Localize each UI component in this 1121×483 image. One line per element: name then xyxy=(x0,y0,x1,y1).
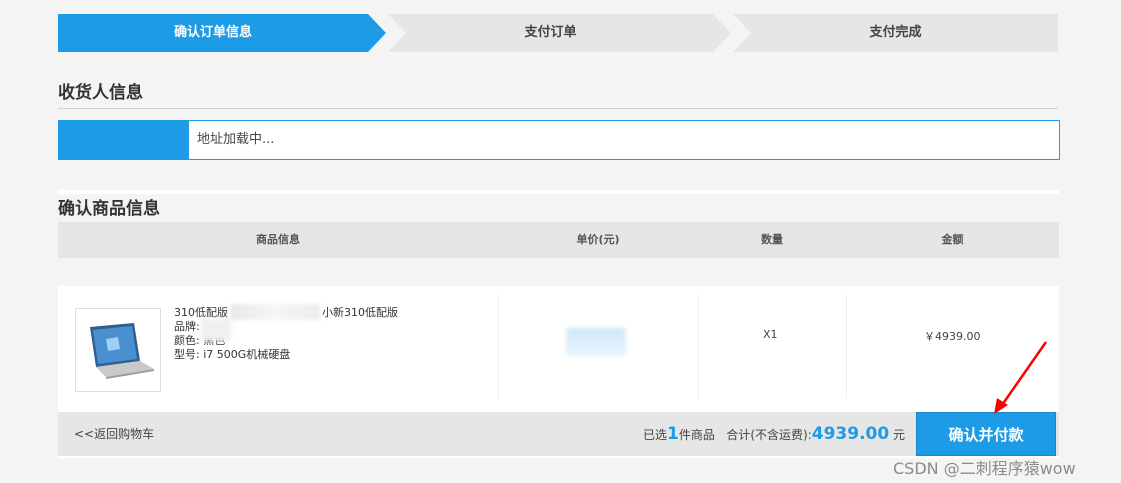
step-label: 支付完成 xyxy=(869,25,922,40)
annotation-arrow-icon xyxy=(994,341,1048,414)
step-label: 确认订单信息 xyxy=(173,25,252,40)
checkout-steps: 确认订单信息 支付订单 支付完成 xyxy=(58,14,1058,52)
step-label: 支付订单 xyxy=(524,25,577,40)
step-complete: 支付完成 xyxy=(733,14,1058,52)
watermark: CSDN @二刺程序猿wow xyxy=(893,459,1076,478)
step-confirm-order: 确认订单信息 xyxy=(58,14,386,52)
step-pay-order: 支付订单 xyxy=(388,14,731,52)
